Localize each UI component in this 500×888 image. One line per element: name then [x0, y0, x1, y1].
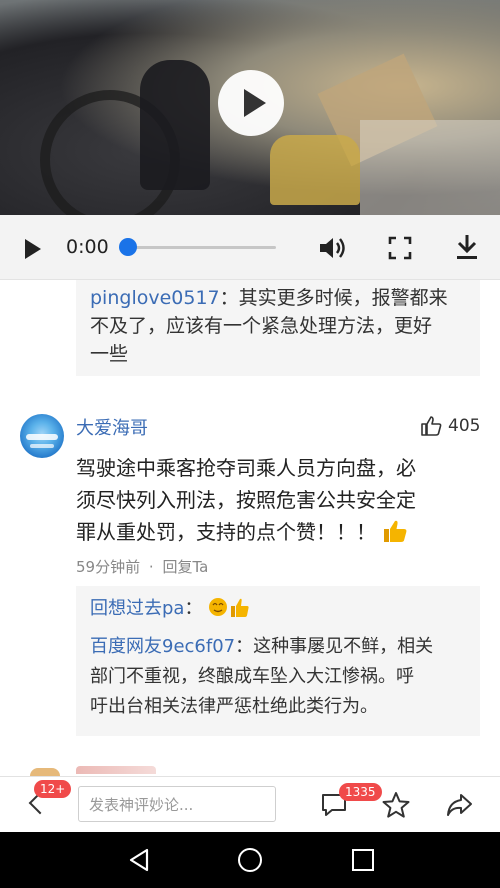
comment-author[interactable]: 大爱海哥 [76, 414, 148, 440]
thumbs-up-emoji-icon [384, 520, 407, 542]
reply-item: 回想过去pa： [90, 594, 470, 624]
comment-item: 大爱海哥 405 驾驶途中乘客抢夺司乘人员方向盘，必 须尽快列入刑法，按照危害公… [0, 396, 500, 776]
share-icon[interactable] [445, 792, 473, 818]
reply-username[interactable]: 回想过去pa [90, 598, 184, 619]
playback-time: 0:00 [66, 236, 109, 258]
video-scene-figure [140, 60, 210, 190]
comment-meta: 59分钟前 · 回复Ta [76, 558, 209, 576]
reply-text-line: 吁出台相关法律严惩杜绝此类行为。 [90, 696, 378, 717]
reply-link[interactable]: 回复Ta [162, 558, 208, 576]
back-badge: 12+ [34, 780, 72, 798]
play-overlay-button[interactable] [218, 70, 284, 136]
nav-home-icon[interactable] [238, 848, 262, 872]
comment-toolbar: 12+ 发表神评妙论... 1335 [0, 776, 500, 833]
progress-track[interactable] [128, 246, 276, 249]
star-icon[interactable] [382, 791, 410, 819]
reply-text-line: 部门不重视，终酿成车坠入大江惨祸。呼 [90, 666, 414, 687]
comment-input[interactable]: 发表神评妙论... [78, 786, 276, 822]
nav-back-icon[interactable] [128, 848, 150, 872]
player-controls: 0:00 [0, 215, 500, 280]
next-comment-avatar [30, 768, 60, 776]
comment-time: 59分钟前 [76, 558, 141, 576]
next-comment-author [76, 766, 156, 774]
video-scene-passenger [270, 135, 360, 205]
comment-text: 驾驶途中乘客抢夺司乘人员方向盘，必 须尽快列入刑法，按照危害公共安全定 罪从重处… [76, 456, 416, 544]
nav-recent-apps-icon[interactable] [352, 849, 374, 871]
reply-item: 百度网友9ec6f07：这种事屡见不鲜，相关 [90, 636, 434, 657]
download-icon[interactable] [454, 233, 480, 261]
system-nav-bar [0, 832, 500, 888]
reply-username[interactable]: pinglove0517 [90, 287, 220, 309]
fullscreen-icon[interactable] [388, 236, 412, 260]
video-scene-window [360, 120, 500, 215]
like-count: 405 [448, 416, 481, 436]
video-frame[interactable] [0, 0, 500, 215]
reply-text-line: 不及了，应该有一个紧急处理方法，更好 [90, 315, 433, 337]
comment-count-badge: 1335 [339, 783, 382, 801]
progress-handle[interactable] [119, 238, 137, 256]
avatar[interactable] [20, 414, 64, 458]
thumbs-up-icon [421, 416, 442, 436]
reply-text-line: 一些 [90, 343, 129, 365]
reply-thread: 回想过去pa： 百度网友9ec6f07：这种事屡见不鲜，相关 部门不重视，终酿成… [76, 586, 480, 736]
play-icon[interactable] [25, 239, 41, 259]
reply-thread: pinglove0517：其实更多时候，报警都来 不及了，应该有一个紧急处理方法… [76, 280, 480, 376]
reply-username[interactable]: 百度网友9ec6f07 [90, 636, 235, 657]
volume-icon[interactable] [318, 235, 348, 261]
emoji-icon [209, 598, 249, 617]
reply-text: pinglove0517：其实更多时候，报警都来 [90, 287, 448, 309]
